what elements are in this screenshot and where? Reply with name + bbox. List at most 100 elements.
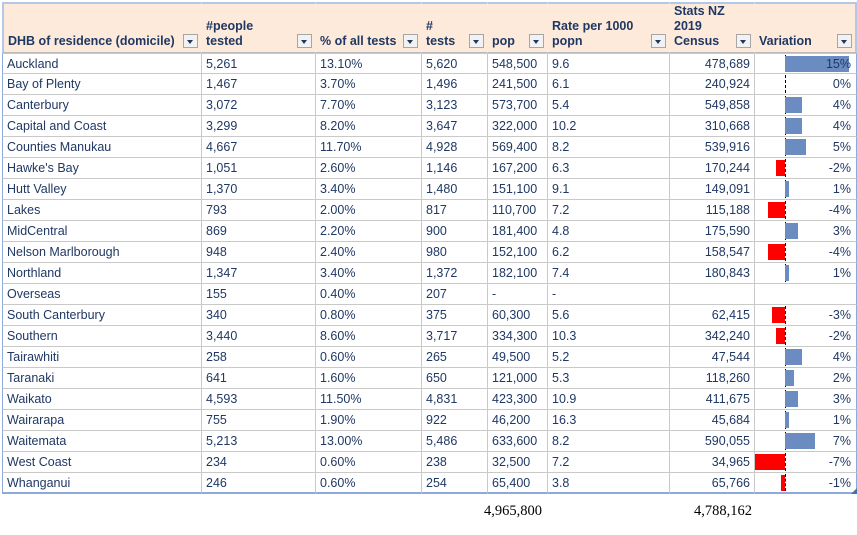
cell-tests[interactable]: 922 bbox=[422, 410, 488, 431]
variation-cell[interactable]: -7% bbox=[755, 452, 857, 473]
cell-pct[interactable]: 0.40% bbox=[316, 284, 422, 305]
cell-tests[interactable]: 3,647 bbox=[422, 116, 488, 137]
variation-cell[interactable]: -4% bbox=[755, 200, 857, 221]
cell-pop[interactable]: - bbox=[488, 284, 548, 305]
cell-pct[interactable]: 13.00% bbox=[316, 431, 422, 452]
cell-census[interactable]: 62,415 bbox=[670, 305, 755, 326]
cell-rate[interactable]: 10.3 bbox=[548, 326, 670, 347]
cell-pct[interactable]: 2.20% bbox=[316, 221, 422, 242]
cell-tests[interactable]: 980 bbox=[422, 242, 488, 263]
cell-pct[interactable]: 2.60% bbox=[316, 158, 422, 179]
cell-tests[interactable]: 5,620 bbox=[422, 53, 488, 74]
table-row[interactable]: Southern 3,440 8.60% 3,717 334,300 10.3 342,24… bbox=[2, 326, 857, 347]
variation-cell[interactable]: 4% bbox=[755, 95, 857, 116]
cell-pct[interactable]: 3.40% bbox=[316, 179, 422, 200]
cell-tested[interactable]: 3,440 bbox=[202, 326, 316, 347]
column-header-pct[interactable]: % of all tests bbox=[316, 2, 422, 53]
cell-rate[interactable]: 4.8 bbox=[548, 221, 670, 242]
filter-dropdown-icon-census[interactable] bbox=[736, 34, 751, 48]
table-row[interactable]: Taranaki 641 1.60% 650 121,000 5.3 118,260 2% bbox=[2, 368, 857, 389]
cell-rate[interactable]: 5.4 bbox=[548, 95, 670, 116]
cell-census[interactable]: 34,965 bbox=[670, 452, 755, 473]
table-row[interactable]: Tairawhiti 258 0.60% 265 49,500 5.2 47,544 4% bbox=[2, 347, 857, 368]
cell-tested[interactable]: 755 bbox=[202, 410, 316, 431]
cell-dhb[interactable]: Canterbury bbox=[2, 95, 202, 116]
cell-tests[interactable]: 5,486 bbox=[422, 431, 488, 452]
cell-tested[interactable]: 246 bbox=[202, 473, 316, 494]
filter-dropdown-icon-dhb[interactable] bbox=[183, 34, 198, 48]
cell-rate[interactable]: 3.8 bbox=[548, 473, 670, 494]
cell-dhb[interactable]: Tairawhiti bbox=[2, 347, 202, 368]
column-header-pop[interactable]: pop bbox=[488, 2, 548, 53]
cell-pop[interactable]: 241,500 bbox=[488, 74, 548, 95]
cell-pct[interactable]: 8.60% bbox=[316, 326, 422, 347]
table-row[interactable]: West Coast 234 0.60% 238 32,500 7.2 34,965 -7% bbox=[2, 452, 857, 473]
cell-dhb[interactable]: Auckland bbox=[2, 53, 202, 74]
cell-pct[interactable]: 1.60% bbox=[316, 368, 422, 389]
cell-rate[interactable]: 9.6 bbox=[548, 53, 670, 74]
cell-pop[interactable]: 573,700 bbox=[488, 95, 548, 116]
filter-dropdown-icon-variation[interactable] bbox=[837, 34, 852, 48]
variation-cell[interactable]: 1% bbox=[755, 263, 857, 284]
cell-tests[interactable]: 265 bbox=[422, 347, 488, 368]
cell-pop[interactable]: 49,500 bbox=[488, 347, 548, 368]
cell-tests[interactable]: 254 bbox=[422, 473, 488, 494]
cell-pct[interactable]: 2.40% bbox=[316, 242, 422, 263]
variation-cell[interactable]: 1% bbox=[755, 410, 857, 431]
table-row[interactable]: Bay of Plenty 1,467 3.70% 1,496 241,500 6.1 24… bbox=[2, 74, 857, 95]
table-row[interactable]: Northland 1,347 3.40% 1,372 182,100 7.4 180,84… bbox=[2, 263, 857, 284]
column-header-tested[interactable]: #people tested bbox=[202, 2, 316, 53]
cell-dhb[interactable]: Waikato bbox=[2, 389, 202, 410]
cell-pct[interactable]: 0.60% bbox=[316, 452, 422, 473]
cell-dhb[interactable]: West Coast bbox=[2, 452, 202, 473]
cell-tests[interactable]: 4,831 bbox=[422, 389, 488, 410]
cell-census[interactable]: 158,547 bbox=[670, 242, 755, 263]
cell-dhb[interactable]: MidCentral bbox=[2, 221, 202, 242]
cell-census[interactable]: 180,843 bbox=[670, 263, 755, 284]
cell-dhb[interactable]: Northland bbox=[2, 263, 202, 284]
cell-rate[interactable]: 9.1 bbox=[548, 179, 670, 200]
variation-cell[interactable]: 4% bbox=[755, 347, 857, 368]
cell-tested[interactable]: 3,299 bbox=[202, 116, 316, 137]
cell-dhb[interactable]: South Canterbury bbox=[2, 305, 202, 326]
cell-rate[interactable]: 7.4 bbox=[548, 263, 670, 284]
cell-dhb[interactable]: Lakes bbox=[2, 200, 202, 221]
cell-pct[interactable]: 11.50% bbox=[316, 389, 422, 410]
cell-pop[interactable]: 181,400 bbox=[488, 221, 548, 242]
cell-tested[interactable]: 869 bbox=[202, 221, 316, 242]
variation-cell[interactable]: 3% bbox=[755, 221, 857, 242]
cell-census[interactable]: 342,240 bbox=[670, 326, 755, 347]
cell-tests[interactable]: 1,372 bbox=[422, 263, 488, 284]
table-row[interactable]: Auckland 5,261 13.10% 5,620 548,500 9.6 478,68… bbox=[2, 53, 857, 74]
cell-rate[interactable]: 6.3 bbox=[548, 158, 670, 179]
cell-pop[interactable]: 65,400 bbox=[488, 473, 548, 494]
cell-pct[interactable]: 0.60% bbox=[316, 347, 422, 368]
cell-tested[interactable]: 5,213 bbox=[202, 431, 316, 452]
cell-tested[interactable]: 1,051 bbox=[202, 158, 316, 179]
variation-cell[interactable] bbox=[755, 284, 857, 305]
cell-pct[interactable]: 0.80% bbox=[316, 305, 422, 326]
cell-pop[interactable]: 121,000 bbox=[488, 368, 548, 389]
table-row[interactable]: Lakes 793 2.00% 817 110,700 7.2 115,188 -4% bbox=[2, 200, 857, 221]
cell-rate[interactable]: 6.1 bbox=[548, 74, 670, 95]
cell-pct[interactable]: 0.60% bbox=[316, 473, 422, 494]
variation-cell[interactable]: 0% bbox=[755, 74, 857, 95]
cell-rate[interactable]: 16.3 bbox=[548, 410, 670, 431]
cell-tested[interactable]: 793 bbox=[202, 200, 316, 221]
cell-tested[interactable]: 155 bbox=[202, 284, 316, 305]
cell-dhb[interactable]: Overseas bbox=[2, 284, 202, 305]
table-row[interactable]: Overseas 155 0.40% 207- - bbox=[2, 284, 857, 305]
cell-pop[interactable]: 548,500 bbox=[488, 53, 548, 74]
table-row[interactable]: Hutt Valley 1,370 3.40% 1,480 151,100 9.1 149,… bbox=[2, 179, 857, 200]
cell-tests[interactable]: 1,146 bbox=[422, 158, 488, 179]
cell-tests[interactable]: 1,496 bbox=[422, 74, 488, 95]
cell-pop[interactable]: 334,300 bbox=[488, 326, 548, 347]
cell-dhb[interactable]: Hawke's Bay bbox=[2, 158, 202, 179]
cell-rate[interactable]: 5.3 bbox=[548, 368, 670, 389]
cell-rate[interactable]: 7.2 bbox=[548, 452, 670, 473]
cell-dhb[interactable]: Whanganui bbox=[2, 473, 202, 494]
variation-cell[interactable]: 3% bbox=[755, 389, 857, 410]
cell-pop[interactable]: 32,500 bbox=[488, 452, 548, 473]
cell-pop[interactable]: 322,000 bbox=[488, 116, 548, 137]
cell-pct[interactable]: 3.40% bbox=[316, 263, 422, 284]
